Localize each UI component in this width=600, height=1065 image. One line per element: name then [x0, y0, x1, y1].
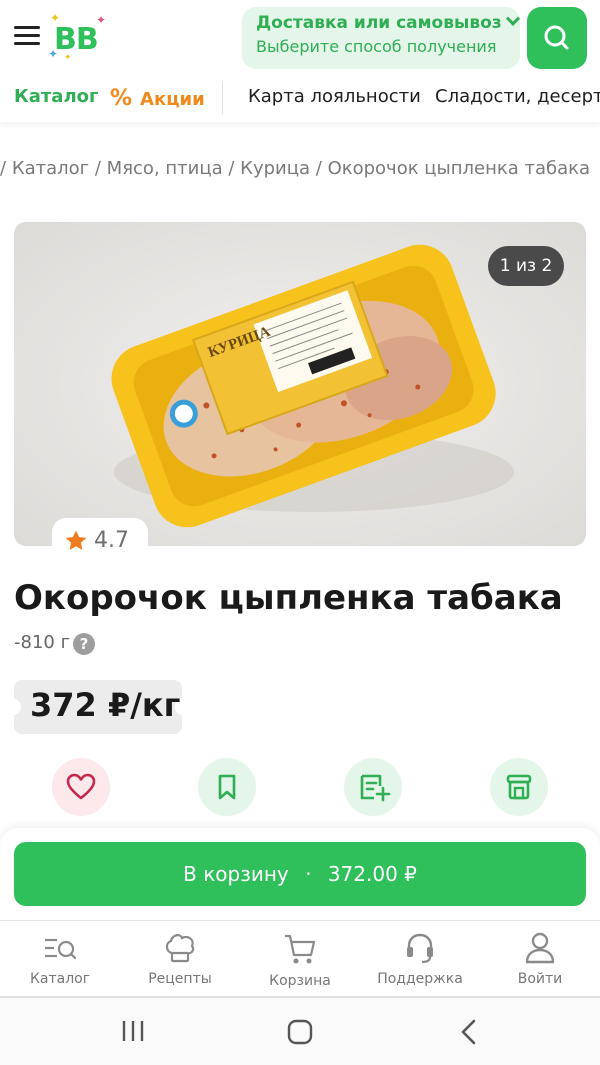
- heart-icon: [66, 773, 96, 800]
- nav-item-promotions[interactable]: % Акции: [110, 86, 205, 111]
- hamburger-line: [14, 42, 40, 45]
- delivery-subtitle: Выберите способ получения: [256, 37, 497, 56]
- product-title: Окорочок цыпленка табака: [14, 578, 563, 618]
- percent-icon: %: [110, 86, 133, 111]
- search-icon: [544, 25, 569, 50]
- nav-item-label: Акции: [140, 89, 205, 110]
- add-to-cart-label: В корзину: [183, 862, 289, 886]
- tab-recipes[interactable]: Рецепты: [120, 921, 240, 997]
- tab-label: Каталог: [29, 971, 91, 987]
- chef-hat-icon: [165, 934, 195, 963]
- chevron-down-icon: [505, 11, 520, 26]
- favorite-button[interactable]: [52, 758, 110, 816]
- delivery-selector[interactable]: Доставка или самовывоз Выберите способ п…: [242, 7, 520, 69]
- app-header: ✦ ✦ ✦ ✦ BB Доставка или самовывоз Выбери…: [0, 0, 600, 74]
- help-icon[interactable]: ?: [73, 633, 95, 655]
- headset-icon: [407, 933, 433, 964]
- breadcrumb-separator: /: [315, 158, 322, 179]
- price-tag: 372 ₽/кг: [7, 680, 189, 734]
- breadcrumb-current: Окорочок цыпленка табака: [327, 158, 591, 179]
- tab-cart[interactable]: Корзина: [240, 921, 360, 997]
- rating-badge[interactable]: 4.7: [52, 518, 148, 568]
- list-add-icon: [360, 774, 391, 802]
- tab-label: Корзина: [269, 973, 331, 989]
- hamburger-line: [14, 26, 40, 29]
- product-weight: -810 г: [14, 632, 71, 653]
- catalog-search-icon: [45, 938, 77, 960]
- back-icon: [461, 1019, 476, 1045]
- breadcrumb-item[interactable]: Курица: [240, 158, 310, 179]
- nav-item-loyalty-card[interactable]: Карта лояльности: [248, 86, 421, 107]
- add-to-cart-button[interactable]: В корзину · 372.00 ₽: [14, 842, 586, 906]
- nav-item-sweets[interactable]: Сладости, десерты: [435, 86, 600, 107]
- breadcrumb-separator: /: [0, 158, 7, 179]
- add-to-cart-price: 372.00 ₽: [327, 862, 417, 886]
- breadcrumb: / Каталог / Мясо, птица / Курица / Окоро…: [0, 158, 600, 179]
- tab-login[interactable]: Войти: [480, 921, 600, 997]
- bookmark-icon: [218, 774, 236, 800]
- home-icon: [287, 1019, 313, 1045]
- rating-value: 4.7: [94, 528, 129, 553]
- logo-text: BB: [54, 22, 99, 57]
- delivery-title: Доставка или самовывоз: [256, 13, 502, 33]
- bottom-tab-bar: Каталог Рецепты Корзина Поддержка Войти: [0, 920, 600, 996]
- add-to-list-button[interactable]: [344, 758, 402, 816]
- bookmark-button[interactable]: [198, 758, 256, 816]
- hamburger-line: [14, 34, 40, 37]
- category-nav: Каталог % Акции Карта лояльности Сладости…: [0, 74, 600, 122]
- add-to-cart-dot: ·: [305, 862, 312, 886]
- store-availability-button[interactable]: [490, 758, 548, 816]
- recent-apps-icon: [122, 1021, 144, 1041]
- nav-divider: [222, 82, 223, 114]
- star-icon: [65, 530, 87, 550]
- recent-apps-button[interactable]: [120, 1018, 146, 1048]
- breadcrumb-item[interactable]: Каталог: [12, 158, 89, 179]
- logo[interactable]: ✦ ✦ ✦ ✦ BB: [48, 12, 108, 64]
- tab-catalog[interactable]: Каталог: [0, 921, 120, 997]
- home-button[interactable]: [286, 1018, 314, 1050]
- tab-label: Рецепты: [148, 971, 212, 987]
- product-price: 372 ₽/кг: [30, 686, 181, 724]
- price-tag-notch: [7, 699, 21, 715]
- image-counter: 1 из 2: [488, 246, 564, 286]
- cart-icon: [285, 934, 316, 964]
- store-icon: [506, 774, 532, 800]
- breadcrumb-separator: /: [94, 158, 101, 179]
- back-button[interactable]: [456, 1018, 482, 1050]
- search-button[interactable]: [527, 7, 587, 69]
- tab-support[interactable]: Поддержка: [360, 921, 480, 997]
- tab-label: Войти: [517, 971, 563, 987]
- user-icon: [525, 932, 555, 964]
- tab-label: Поддержка: [377, 971, 463, 987]
- system-navigation-bar: [0, 996, 600, 1065]
- menu-button[interactable]: [14, 26, 40, 46]
- breadcrumb-separator: /: [228, 158, 235, 179]
- nav-item-catalog[interactable]: Каталог: [14, 86, 98, 107]
- breadcrumb-item[interactable]: Мясо, птица: [107, 158, 223, 179]
